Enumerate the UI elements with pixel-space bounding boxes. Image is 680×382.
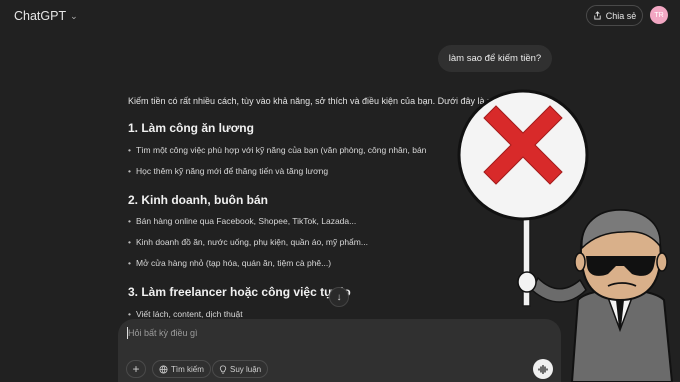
- no-sign: [457, 89, 589, 221]
- cartoon-overlay: [457, 89, 674, 382]
- cartoon-agent: [517, 208, 674, 382]
